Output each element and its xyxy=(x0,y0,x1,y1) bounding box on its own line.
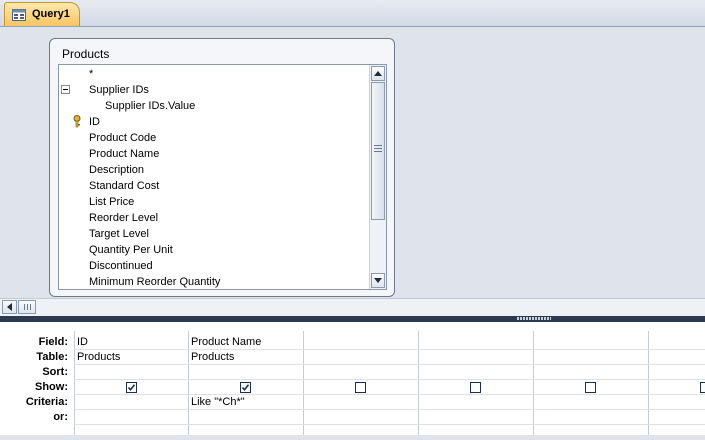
query-design-grid[interactable]: Field: Table: Sort: Show: Criteria: or: ID Pro… xyxy=(0,322,705,440)
field-list-item[interactable]: Target Level xyxy=(89,226,149,242)
show-checkbox[interactable] xyxy=(585,382,596,393)
arrow-left-icon xyxy=(7,303,12,311)
show-checkbox[interactable] xyxy=(240,382,251,393)
field-list-box[interactable]: * Supplier IDs Supplier IDs.Value ID Product… xyxy=(58,64,387,290)
show-checkbox[interactable] xyxy=(126,382,137,393)
checkmark-icon xyxy=(127,384,136,392)
grid-column-divider xyxy=(648,331,649,435)
grid-row-divider xyxy=(74,424,705,425)
grid-cell-criteria[interactable]: Like "*Ch*" xyxy=(191,395,245,410)
field-list-item[interactable]: Product Code xyxy=(89,130,156,146)
hscroll-thumb[interactable] xyxy=(18,300,36,314)
field-list-item[interactable]: Discontinued xyxy=(89,258,153,274)
grid-row-divider xyxy=(74,349,705,350)
field-list-item[interactable]: ID xyxy=(89,114,100,130)
scroll-up-button[interactable] xyxy=(371,66,385,81)
collapse-minus-icon[interactable] xyxy=(61,85,70,94)
arrow-down-icon xyxy=(374,278,382,283)
field-list-item[interactable]: Standard Cost xyxy=(89,178,159,194)
field-list-item[interactable]: Supplier IDs xyxy=(89,82,149,98)
field-list-item[interactable]: List Price xyxy=(89,194,134,210)
scroll-left-button[interactable] xyxy=(2,300,17,314)
grid-column-divider xyxy=(74,331,75,435)
table-design-pane[interactable]: Products * Supplier IDs Supplier IDs.Value… xyxy=(0,27,705,297)
field-list-item[interactable]: Description xyxy=(89,162,144,178)
products-field-list[interactable]: Products * Supplier IDs Supplier IDs.Value… xyxy=(49,38,395,297)
grid-row-divider xyxy=(74,394,705,395)
arrow-up-icon xyxy=(374,71,382,76)
tab-query1[interactable]: Query1 xyxy=(4,2,80,26)
field-list-item[interactable]: Quantity Per Unit xyxy=(89,242,173,258)
row-label-show: Show: xyxy=(35,381,68,393)
grid-cell-table[interactable]: Products xyxy=(191,350,234,365)
field-list-scrollbar[interactable] xyxy=(369,65,386,289)
splitter-grip-icon xyxy=(517,317,551,320)
grid-column-divider xyxy=(303,331,304,435)
row-label-field: Field: xyxy=(38,336,68,348)
show-checkbox[interactable] xyxy=(470,382,481,393)
field-list-item[interactable]: * xyxy=(89,66,93,82)
checkmark-icon xyxy=(241,384,250,392)
field-list-item[interactable]: Minimum Reorder Quantity xyxy=(89,274,220,289)
document-tab-bar: Query1 xyxy=(0,0,705,27)
field-list-item[interactable]: Reorder Level xyxy=(89,210,158,226)
row-label-criteria: Criteria: xyxy=(25,396,68,408)
scroll-thumb[interactable] xyxy=(371,82,385,220)
grid-cell-table[interactable]: Products xyxy=(77,350,120,365)
field-list-item[interactable]: Supplier IDs.Value xyxy=(105,98,195,114)
grid-cell-field[interactable]: Product Name xyxy=(191,335,261,350)
grid-row-divider xyxy=(74,409,705,410)
show-checkbox[interactable] xyxy=(700,382,705,393)
row-label-sort: Sort: xyxy=(42,366,68,378)
row-label-or: or: xyxy=(53,411,68,423)
field-list-title: Products xyxy=(62,47,110,61)
grid-row-divider xyxy=(74,364,705,365)
scroll-down-button[interactable] xyxy=(371,273,385,288)
primary-key-icon xyxy=(73,115,81,128)
grip-icon xyxy=(374,145,382,154)
grid-column-divider xyxy=(418,331,419,435)
field-list-item[interactable]: Product Name xyxy=(89,146,159,162)
grid-row-divider xyxy=(74,379,705,380)
query-icon xyxy=(12,9,26,21)
grid-column-divider xyxy=(188,331,189,435)
design-pane-hscrollbar[interactable] xyxy=(0,298,705,316)
grip-icon xyxy=(24,304,31,310)
row-label-table: Table: xyxy=(36,351,68,363)
show-checkbox[interactable] xyxy=(355,382,366,393)
grid-column-divider xyxy=(533,331,534,435)
grid-cell-field[interactable]: ID xyxy=(77,335,88,350)
tab-label: Query1 xyxy=(32,8,70,20)
